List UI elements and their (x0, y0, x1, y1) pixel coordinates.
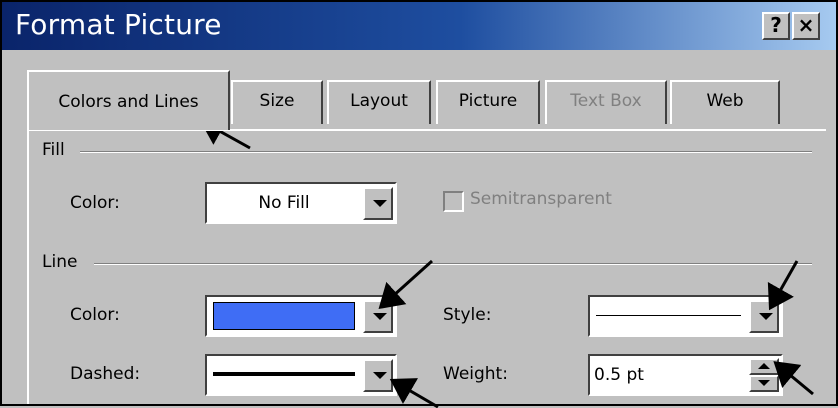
format-picture-dialog: Format Picture ? × Colors and Lines Size… (0, 0, 838, 408)
style-label: Style: (443, 305, 491, 325)
dashed-label-text: Dashed: (70, 364, 141, 384)
dashed-dropdown[interactable] (205, 354, 397, 396)
weight-label: Weight: (443, 364, 508, 384)
line-weight-value: 0.5 pt (594, 365, 644, 385)
semitransparent-label: Semitransparent (470, 189, 612, 209)
semitransparent-checkbox[interactable] (443, 191, 464, 212)
spin-down-icon[interactable] (749, 375, 779, 392)
chevron-down-icon[interactable] (363, 300, 393, 333)
weight-label-text: Weight: (443, 364, 508, 384)
fill-color-label-text: Color: (70, 193, 120, 213)
chevron-down-icon[interactable] (363, 187, 393, 220)
close-button[interactable]: × (792, 12, 820, 40)
tab-text-box[interactable]: Text Box (545, 80, 667, 124)
style-label-text: Style: (443, 305, 492, 325)
annotation-arrows (199, 118, 814, 408)
chevron-down-icon[interactable] (363, 359, 393, 392)
dashed-label: Dashed: (70, 364, 140, 384)
tab-layout[interactable]: Layout (327, 80, 431, 124)
help-button[interactable]: ? (762, 12, 790, 40)
line-color-label: Color: (70, 305, 120, 325)
chevron-down-icon[interactable] (749, 300, 779, 333)
line-style-dropdown[interactable] (588, 295, 783, 337)
tab-picture[interactable]: Picture (436, 80, 540, 124)
fill-color-dropdown[interactable]: No Fill (205, 182, 397, 224)
tab-web[interactable]: Web (670, 80, 780, 124)
line-style-sample (596, 315, 741, 316)
arrow-to-weight-spinner (773, 361, 814, 396)
fill-group-divider (80, 151, 812, 153)
dashed-line-sample (213, 372, 355, 376)
line-color-label-text: Color: (70, 305, 120, 325)
tab-colors-and-lines[interactable]: Colors and Lines (27, 70, 230, 130)
fill-color-value: No Fill (258, 193, 310, 213)
arrow-to-dashed-dropdown (389, 378, 439, 408)
line-group-label: Line (42, 252, 78, 272)
fill-group-label: Fill (42, 140, 65, 160)
line-weight-spinner[interactable]: 0.5 pt (588, 354, 783, 396)
tab-size[interactable]: Size (231, 80, 323, 124)
line-group-divider (94, 263, 812, 265)
line-color-swatch (213, 302, 355, 330)
title-bar[interactable]: Format Picture ? × (2, 2, 836, 50)
tab-panel-edge (27, 129, 29, 404)
spin-up-icon[interactable] (749, 358, 779, 375)
line-color-dropdown[interactable] (205, 295, 397, 337)
fill-color-label: Color: (70, 193, 120, 213)
window-title: Format Picture (15, 8, 222, 41)
